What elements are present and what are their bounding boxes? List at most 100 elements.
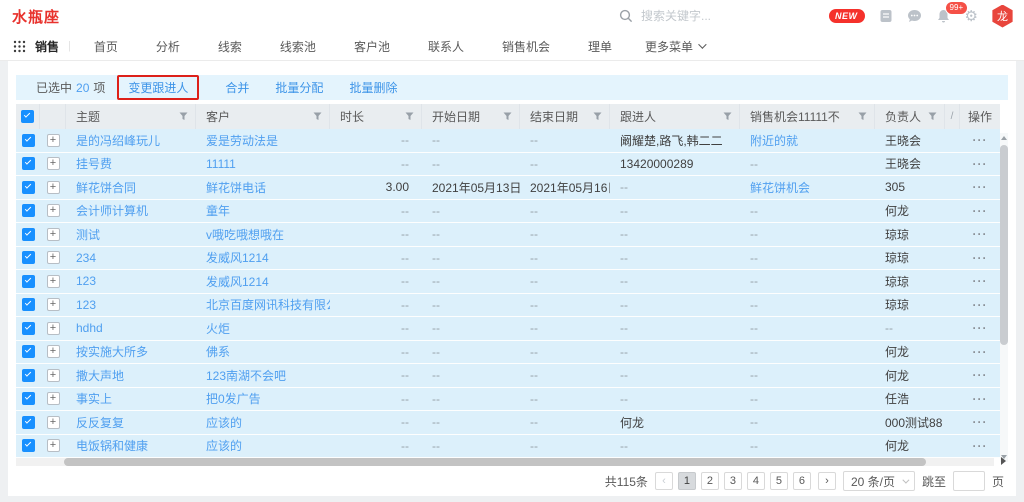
nav-tab[interactable]: 线索 [199, 38, 261, 55]
horizontal-scrollbar[interactable] [16, 458, 1008, 466]
row-customer-link-text[interactable]: v哦吃哦想哦在 [206, 226, 284, 243]
vertical-scrollbar[interactable] [1000, 133, 1008, 462]
row-expand-button[interactable]: + [47, 134, 60, 147]
filter-icon[interactable] [928, 112, 937, 121]
row-checkbox[interactable] [22, 228, 35, 241]
row-checkbox[interactable] [22, 439, 35, 452]
row-expand-button[interactable]: + [47, 298, 60, 311]
page-button[interactable]: 4 [747, 472, 765, 490]
row-customer-link-text[interactable]: 应该的 [206, 437, 242, 454]
row-subject-link-text[interactable]: 按实施大所多 [76, 343, 148, 360]
nav-tab[interactable]: 联系人 [409, 38, 483, 55]
bulk-action-button[interactable]: 变更跟进人 [128, 81, 188, 95]
page-button[interactable]: 6 [793, 472, 811, 490]
bulk-action-button[interactable]: 批量分配 [275, 79, 323, 96]
scroll-up-arrow-icon[interactable] [1001, 136, 1007, 140]
nav-tab[interactable]: 分析 [137, 38, 199, 55]
row-expand-button[interactable]: + [47, 275, 60, 288]
page-button[interactable]: 5 [770, 472, 788, 490]
row-subject-link-text[interactable]: 测试 [76, 226, 100, 243]
row-subject-link-text[interactable]: 挂号费 [76, 155, 112, 172]
row-actions-menu[interactable]: ··· [973, 157, 988, 171]
row-customer-link-text[interactable]: 发威风1214 [206, 273, 269, 290]
row-expand-button[interactable]: + [47, 251, 60, 264]
nav-tab[interactable]: 销售机会 [483, 38, 569, 55]
row-subject-link-text[interactable]: 123 [76, 298, 96, 312]
row-actions-menu[interactable]: ··· [973, 415, 988, 429]
nav-tab[interactable]: 线索池 [261, 38, 335, 55]
row-expand-button[interactable]: + [47, 228, 60, 241]
document-icon[interactable] [878, 8, 894, 24]
search-input[interactable] [641, 9, 791, 23]
next-page-button[interactable]: › [818, 472, 836, 490]
row-expand-button[interactable]: + [47, 322, 60, 335]
new-badge[interactable]: NEW [829, 9, 865, 23]
row-actions-menu[interactable]: ··· [973, 439, 988, 453]
row-actions-menu[interactable]: ··· [973, 321, 988, 335]
row-checkbox[interactable] [22, 345, 35, 358]
row-checkbox[interactable] [22, 392, 35, 405]
row-subject-link-text[interactable]: 鲜花饼合同 [76, 179, 136, 196]
row-expand-button[interactable]: + [47, 392, 60, 405]
row-checkbox[interactable] [22, 369, 35, 382]
row-expand-button[interactable]: + [47, 369, 60, 382]
page-button[interactable]: 2 [701, 472, 719, 490]
row-checkbox[interactable] [22, 134, 35, 147]
row-subject-link-text[interactable]: 电饭锅和健康 [76, 437, 148, 454]
page-button[interactable]: 1 [678, 472, 696, 490]
filter-icon[interactable] [593, 112, 602, 121]
row-checkbox[interactable] [22, 157, 35, 170]
horizontal-scrollbar-thumb[interactable] [64, 458, 926, 466]
filter-icon[interactable] [179, 112, 188, 121]
row-customer-link-text[interactable]: 11111 [206, 157, 236, 171]
app-grid-icon[interactable] [13, 40, 26, 53]
row-opportunity-link-text[interactable]: 鲜花饼机会 [750, 179, 810, 196]
filter-icon[interactable] [313, 112, 322, 121]
row-actions-menu[interactable]: ··· [973, 180, 988, 194]
row-opportunity-link-text[interactable]: 附近的就 [750, 132, 798, 149]
page-button[interactable]: 3 [724, 472, 742, 490]
row-expand-button[interactable]: + [47, 204, 60, 217]
row-subject-link-text[interactable]: 234 [76, 251, 96, 265]
row-customer-link-text[interactable]: 火炬 [206, 320, 230, 337]
row-actions-menu[interactable]: ··· [973, 227, 988, 241]
nav-tab[interactable]: 首页 [75, 38, 137, 55]
row-actions-menu[interactable]: ··· [973, 133, 988, 147]
row-checkbox[interactable] [22, 251, 35, 264]
bulk-action-button[interactable]: 批量删除 [349, 79, 397, 96]
filter-icon[interactable] [405, 112, 414, 121]
row-subject-link-text[interactable]: 撒大声地 [76, 367, 124, 384]
row-actions-menu[interactable]: ··· [973, 274, 988, 288]
row-subject-link-text[interactable]: 会计师计算机 [76, 202, 148, 219]
row-expand-button[interactable]: + [47, 181, 60, 194]
row-customer-link-text[interactable]: 发威风1214 [206, 249, 269, 266]
jump-page-input[interactable] [953, 471, 985, 491]
row-checkbox[interactable] [22, 416, 35, 429]
more-menu-tab[interactable]: 更多菜单 [631, 38, 710, 55]
row-customer-link-text[interactable]: 把0发广告 [206, 390, 261, 407]
row-customer-link-text[interactable]: 佛系 [206, 343, 230, 360]
row-customer-link-text[interactable]: 爱是劳动法是 [206, 132, 278, 149]
row-actions-menu[interactable]: ··· [973, 204, 988, 218]
row-expand-button[interactable]: + [47, 416, 60, 429]
select-all-checkbox[interactable] [21, 110, 34, 123]
row-checkbox[interactable] [22, 322, 35, 335]
nav-tab[interactable]: 理单 [569, 38, 631, 55]
notifications-bell-icon[interactable]: 99+ [936, 8, 952, 24]
row-customer-link-text[interactable]: 应该的 [206, 414, 242, 431]
row-checkbox[interactable] [22, 275, 35, 288]
row-actions-menu[interactable]: ··· [973, 298, 988, 312]
row-customer-link-text[interactable]: 童年 [206, 202, 230, 219]
row-subject-link-text[interactable]: hdhd [76, 321, 103, 335]
row-customer-link-text[interactable]: 鲜花饼电话 [206, 179, 266, 196]
page-size-select[interactable]: 20 条/页 [843, 471, 915, 491]
row-expand-button[interactable]: + [47, 439, 60, 452]
filter-icon[interactable] [503, 112, 512, 121]
row-checkbox[interactable] [22, 181, 35, 194]
row-customer-link-text[interactable]: 123南湖不会吧 [206, 367, 286, 384]
row-checkbox[interactable] [22, 204, 35, 217]
bulk-action-button[interactable]: 合并 [225, 79, 249, 96]
row-subject-link-text[interactable]: 事实上 [76, 390, 112, 407]
filter-icon[interactable] [858, 112, 867, 121]
row-actions-menu[interactable]: ··· [973, 368, 988, 382]
